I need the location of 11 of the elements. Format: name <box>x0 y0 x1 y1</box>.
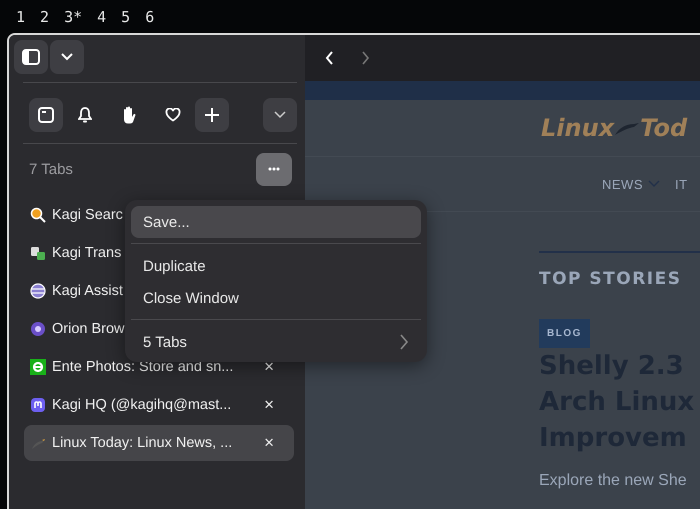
tab-title: Kagi Assist <box>52 283 123 299</box>
tab-count: 7 Tabs <box>29 160 73 178</box>
logo-text: Linux <box>541 114 614 142</box>
tab-title: Kagi HQ (@kagihq@mast... <box>52 397 232 413</box>
logo-text: Tod <box>640 114 688 142</box>
tab-title: Kagi Trans <box>52 245 122 261</box>
tab-title: Orion Brow <box>52 321 125 337</box>
section-heading: TOP STORIES <box>539 269 682 289</box>
tab-title: Kagi Searc <box>52 207 123 223</box>
summary-text: Explore the new She <box>539 472 688 490</box>
tab-title: Linux Today: Linux News, ... <box>52 435 232 451</box>
